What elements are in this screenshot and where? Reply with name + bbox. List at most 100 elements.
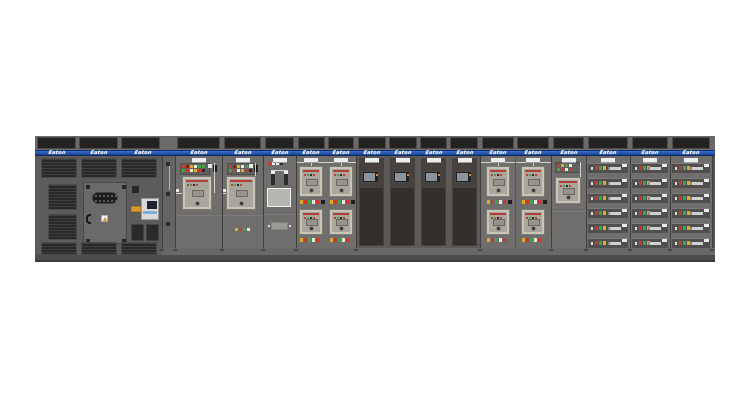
door-vent-tag <box>601 158 615 163</box>
indicator-light <box>603 241 606 245</box>
riser-fitting <box>166 222 170 226</box>
brand-logo: Eaton <box>330 150 351 156</box>
indicator-light <box>595 181 598 185</box>
indicator-light <box>557 168 560 171</box>
indicator-light <box>595 241 598 245</box>
indicator-light <box>304 200 307 204</box>
breaker-status-dot <box>532 174 534 176</box>
breaker-status-dot <box>560 185 562 187</box>
selector-switch <box>508 200 512 204</box>
indicator-light <box>316 200 319 204</box>
product-render-canvas: EatonEatonEatonEatonEatonEatonEatonEaton… <box>0 0 750 400</box>
drawer-label-tag <box>622 209 627 212</box>
drawer-label-tag <box>704 179 709 182</box>
drive-display-screen <box>457 173 468 181</box>
indicator-light <box>182 165 185 168</box>
breaker-module <box>486 209 510 235</box>
connector-pin <box>115 195 117 197</box>
door-vent-tag <box>334 158 348 163</box>
door-latch <box>122 185 126 189</box>
roof-vent-panel <box>298 137 325 149</box>
switchgear-lineup: EatonEatonEatonEatonEatonEatonEatonEaton… <box>35 136 715 262</box>
section-breaker-section-2 <box>480 156 551 248</box>
indicator-light <box>595 211 598 215</box>
breaker-charge-dial <box>339 188 344 193</box>
breaker-charge-dial <box>566 195 571 200</box>
base-shadow <box>35 260 715 262</box>
breaker-display <box>493 179 505 186</box>
indicator-light <box>639 211 642 215</box>
section-divider <box>670 156 671 248</box>
drive-door-lower-panel <box>453 188 476 245</box>
kick-joint-mark <box>220 249 224 251</box>
section-divider <box>586 156 587 248</box>
indicator-light <box>595 226 598 230</box>
indicator-light <box>538 200 541 204</box>
indicator-light <box>557 164 560 167</box>
breaker-status-dot <box>535 174 537 176</box>
louver-vent <box>81 158 117 178</box>
breaker-display <box>528 219 540 226</box>
section-main-incomer-cabinet <box>35 156 162 255</box>
roof-vent-panel <box>672 137 710 149</box>
indicator-light <box>530 200 533 204</box>
section-mcc-column-3 <box>670 156 712 248</box>
roof-vent-panel <box>389 137 417 149</box>
drawer-label-tag <box>662 164 667 167</box>
breaker-display <box>493 219 505 226</box>
brand-logo: Eaton <box>487 150 508 156</box>
door-vent-tag <box>273 158 287 163</box>
nameplate-screw <box>268 225 270 227</box>
door-latch <box>86 185 90 189</box>
breaker-status-dot <box>234 184 236 186</box>
indicator-light <box>237 169 240 172</box>
breaker-status-dot <box>196 184 198 186</box>
drawer-handle <box>608 242 621 245</box>
breaker-charge-dial <box>531 188 536 193</box>
drawer-test-button <box>635 182 637 185</box>
drawer-test-button <box>635 227 637 230</box>
roof-vent-panel <box>517 137 549 149</box>
brand-logo: Eaton <box>423 150 444 156</box>
drawer-handle <box>608 227 621 230</box>
drawer-test-button <box>675 197 677 200</box>
drawer-test-button <box>635 212 637 215</box>
indicator-light <box>599 226 602 230</box>
brand-logo: Eaton <box>558 150 579 156</box>
indicator-light <box>679 181 682 185</box>
door-vent-tag <box>192 158 206 163</box>
breaker-label-strip <box>490 170 506 172</box>
roof-vent-panel <box>37 137 76 149</box>
door-vent-tag <box>643 158 657 163</box>
indicator-light <box>503 238 506 242</box>
drawer-test-button <box>591 182 593 185</box>
indicator-light <box>182 169 185 172</box>
brand-logo: Eaton <box>361 150 382 156</box>
breaker-status-dot <box>563 185 565 187</box>
roof-vent-panel <box>224 137 261 149</box>
louver-vent <box>121 158 157 178</box>
indicator-light <box>599 211 602 215</box>
door-vent-tag <box>427 158 441 163</box>
breaker-status-dot <box>310 174 312 176</box>
breaker-status-dot <box>491 174 493 176</box>
breaker-status-dot <box>500 174 502 176</box>
breaker-module <box>329 166 353 197</box>
indicator-light <box>245 165 248 168</box>
roof-vent-panel <box>482 137 514 149</box>
breaker-label-strip <box>559 181 577 183</box>
indicator-light <box>194 169 197 172</box>
indicator-light <box>190 165 193 168</box>
breaker-status-dot <box>231 184 233 186</box>
section-divider <box>263 156 264 248</box>
indicator-light <box>595 196 598 200</box>
breaker-display <box>192 190 204 197</box>
drawer-label-tag <box>662 224 667 227</box>
indicator-light <box>202 165 205 168</box>
indicator-light <box>526 238 529 242</box>
brand-logo: Eaton <box>597 150 618 156</box>
brand-logo: Eaton <box>392 150 413 156</box>
section-divider <box>162 156 163 248</box>
indicator-light <box>342 200 345 204</box>
drawer-handle <box>690 212 703 215</box>
